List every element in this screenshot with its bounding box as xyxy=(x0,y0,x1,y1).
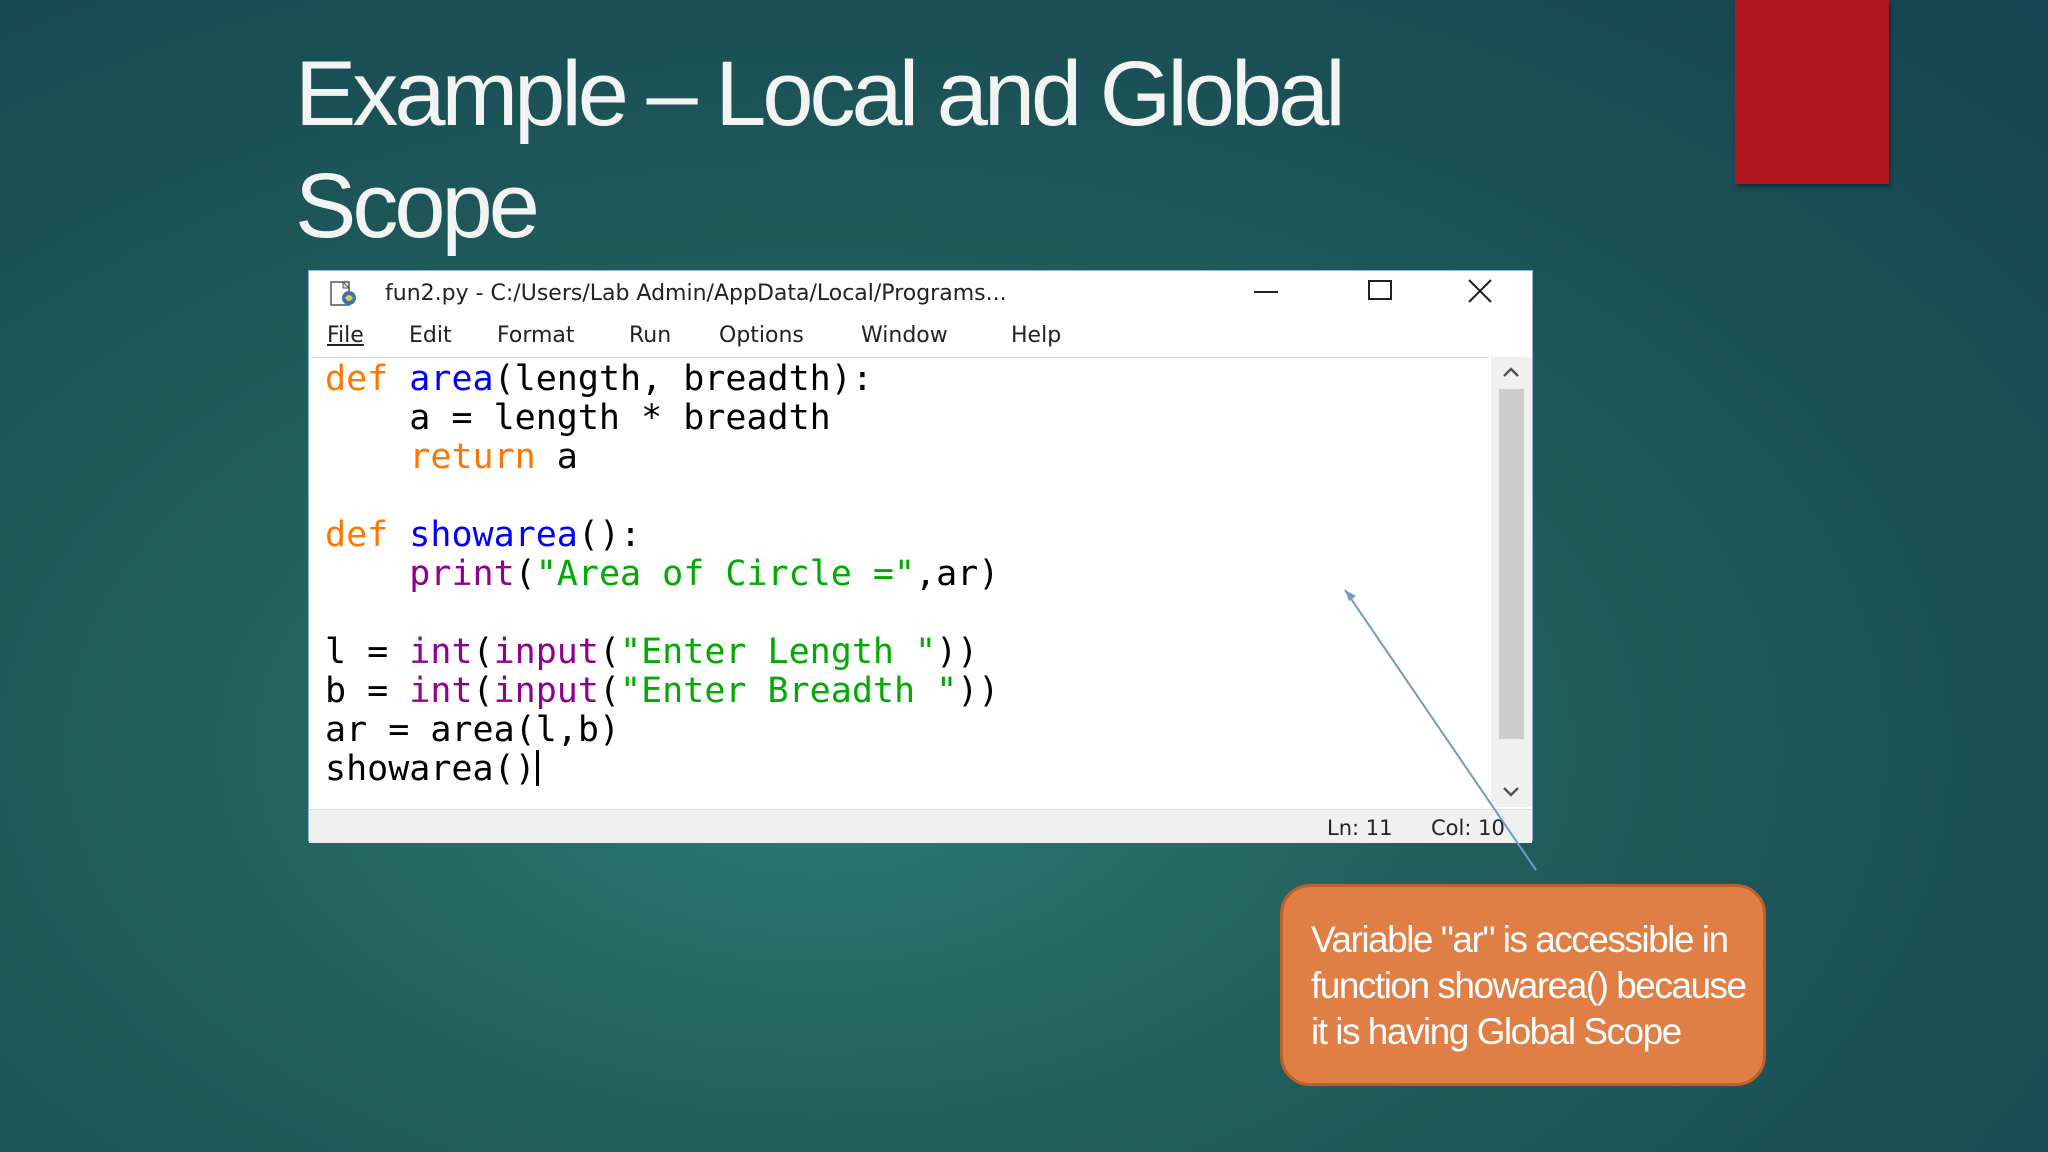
menu-format[interactable]: Format xyxy=(497,323,575,348)
window-title: fun2.py - C:/Users/Lab Admin/AppData/Loc… xyxy=(385,281,1007,306)
callout-text: Variable "ar" is accessible in function … xyxy=(1311,919,1747,1052)
status-line: Ln: 11 xyxy=(1327,816,1393,840)
chevron-down-icon xyxy=(1503,787,1519,797)
menubar: File Edit Format Run Options Window Help xyxy=(309,317,1532,351)
menu-window[interactable]: Window xyxy=(861,323,948,348)
text-cursor xyxy=(535,750,539,786)
code-editor[interactable]: def area(length, breadth): a = length * … xyxy=(311,357,1489,808)
chevron-up-icon xyxy=(1503,367,1519,377)
callout-box: Variable "ar" is accessible in function … xyxy=(1280,884,1766,1086)
menu-options[interactable]: Options xyxy=(719,323,804,348)
status-column: Col: 10 xyxy=(1431,816,1505,840)
menu-file[interactable]: File xyxy=(327,323,364,348)
minimize-icon xyxy=(1254,291,1278,293)
close-button[interactable] xyxy=(1439,271,1549,313)
code-text[interactable]: def area(length, breadth): a = length * … xyxy=(325,360,999,789)
maximize-button[interactable] xyxy=(1324,271,1434,313)
menu-help[interactable]: Help xyxy=(1011,323,1061,348)
vertical-scrollbar[interactable] xyxy=(1491,357,1532,807)
accent-bar xyxy=(1735,0,1889,184)
scroll-up-button[interactable] xyxy=(1491,357,1532,387)
menu-run[interactable]: Run xyxy=(629,323,671,348)
scroll-thumb[interactable] xyxy=(1499,389,1524,739)
status-bar: Ln: 11 Col: 10 xyxy=(309,809,1532,843)
minimize-button[interactable] xyxy=(1209,271,1319,313)
menu-edit[interactable]: Edit xyxy=(409,323,452,348)
close-icon xyxy=(1468,279,1492,303)
idle-editor-window[interactable]: fun2.py - C:/Users/Lab Admin/AppData/Loc… xyxy=(308,270,1533,843)
window-titlebar[interactable]: fun2.py - C:/Users/Lab Admin/AppData/Loc… xyxy=(309,271,1532,313)
python-file-icon xyxy=(330,281,356,306)
slide-title: Example – Local and Global Scope xyxy=(295,43,1346,257)
scroll-down-button[interactable] xyxy=(1491,777,1532,807)
maximize-icon xyxy=(1368,280,1392,300)
